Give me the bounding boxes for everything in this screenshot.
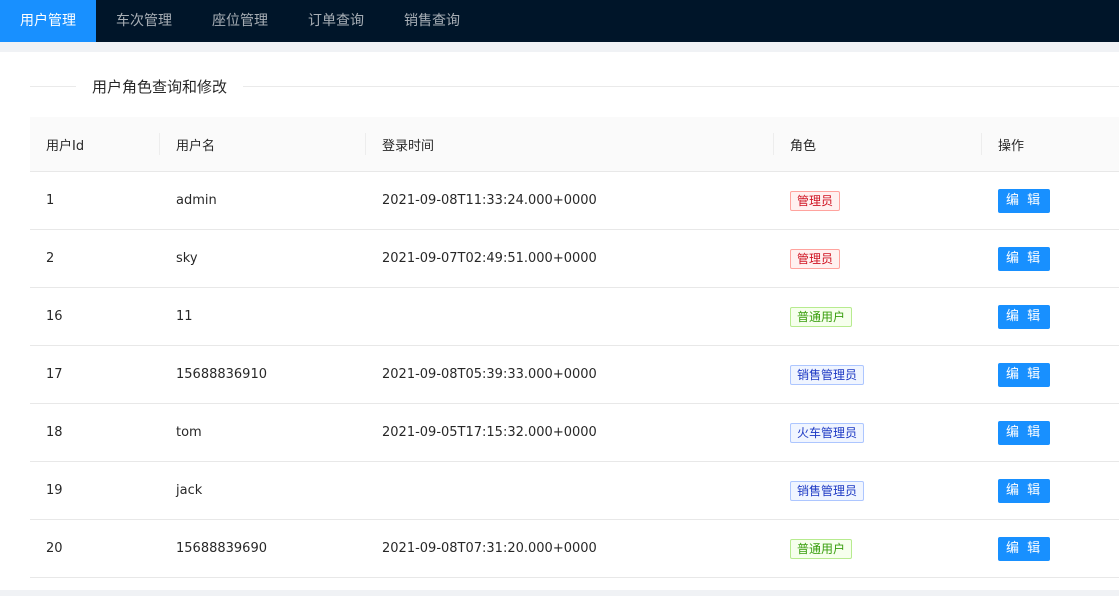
column-header-login-time: 登录时间 [366, 117, 774, 171]
nav-item-sales-query[interactable]: 销售查询 [384, 0, 480, 42]
cell-username: admin [176, 193, 217, 208]
cell-actions: 编 辑 [982, 520, 1119, 577]
role-tag: 销售管理员 [790, 364, 865, 385]
cell-login-time: 2021-09-08T07:31:20.000+0000 [382, 541, 597, 556]
cell-actions: 编 辑 [982, 288, 1119, 345]
nav-item-order-query[interactable]: 订单查询 [288, 0, 384, 42]
table-row: 2 sky 2021-09-07T02:49:51.000+0000 管理员 编… [30, 230, 1119, 288]
users-table: 用户Id 用户名 登录时间 角色 操作 1 admin 2021-09-08T1… [30, 117, 1119, 578]
column-header-role: 角色 [774, 117, 982, 171]
cell-login-time [366, 462, 774, 519]
cell-user-id: 1 [46, 193, 55, 208]
section-divider: 用户角色查询和修改 [30, 76, 1119, 96]
column-header-user-id: 用户Id [30, 117, 160, 171]
cell-actions: 编 辑 [982, 230, 1119, 287]
cell-user-id: 2 [46, 251, 55, 266]
edit-button[interactable]: 编 辑 [998, 362, 1051, 387]
edit-button[interactable]: 编 辑 [998, 304, 1051, 329]
table-row: 20 15688839690 2021-09-08T07:31:20.000+0… [30, 520, 1119, 578]
role-tag: 普通用户 [790, 538, 853, 559]
top-navigation: 用户管理 车次管理 座位管理 订单查询 销售查询 [0, 0, 1119, 42]
cell-login-time: 2021-09-08T05:39:33.000+0000 [382, 367, 597, 382]
cell-actions: 编 辑 [982, 462, 1119, 519]
nav-item-user-management[interactable]: 用户管理 [0, 0, 96, 42]
cell-login-time [366, 288, 774, 345]
table-row: 1 admin 2021-09-08T11:33:24.000+0000 管理员… [30, 172, 1119, 230]
cell-role: 管理员 [774, 230, 982, 287]
nav-item-train-management[interactable]: 车次管理 [96, 0, 192, 42]
cell-role: 销售管理员 [774, 346, 982, 403]
cell-username: tom [176, 425, 202, 440]
cell-username: 15688839690 [176, 541, 267, 556]
edit-button[interactable]: 编 辑 [998, 188, 1051, 213]
role-tag: 管理员 [790, 248, 841, 269]
cell-user-id: 17 [46, 367, 63, 382]
table-header-row: 用户Id 用户名 登录时间 角色 操作 [30, 117, 1119, 172]
edit-button[interactable]: 编 辑 [998, 420, 1051, 445]
cell-username: jack [176, 483, 203, 498]
cell-role: 火车管理员 [774, 404, 982, 461]
column-header-username: 用户名 [160, 117, 366, 171]
divider-line [30, 85, 76, 87]
divider-line [243, 85, 1119, 87]
cell-login-time: 2021-09-07T02:49:51.000+0000 [382, 251, 597, 266]
role-tag: 普通用户 [790, 306, 853, 327]
cell-username: 15688836910 [176, 367, 267, 382]
cell-login-time: 2021-09-08T11:33:24.000+0000 [382, 193, 597, 208]
cell-actions: 编 辑 [982, 404, 1119, 461]
cell-role: 销售管理员 [774, 462, 982, 519]
cell-actions: 编 辑 [982, 346, 1119, 403]
column-header-actions: 操作 [998, 138, 1025, 154]
table-row: 16 11 普通用户 编 辑 [30, 288, 1119, 346]
edit-button[interactable]: 编 辑 [998, 246, 1051, 271]
edit-button[interactable]: 编 辑 [998, 536, 1051, 561]
cell-role: 管理员 [774, 172, 982, 229]
cell-user-id: 16 [46, 309, 63, 324]
edit-button[interactable]: 编 辑 [998, 478, 1051, 503]
main-content: 用户角色查询和修改 用户Id 用户名 登录时间 角色 操作 1 admin 20… [0, 52, 1119, 590]
cell-role: 普通用户 [774, 288, 982, 345]
cell-role: 普通用户 [774, 520, 982, 577]
table-row: 17 15688836910 2021-09-08T05:39:33.000+0… [30, 346, 1119, 404]
cell-username: sky [176, 251, 198, 266]
cell-login-time: 2021-09-05T17:15:32.000+0000 [382, 425, 597, 440]
role-tag: 管理员 [790, 190, 841, 211]
section-title: 用户角色查询和修改 [92, 77, 228, 96]
role-tag: 火车管理员 [790, 422, 865, 443]
cell-user-id: 18 [46, 425, 63, 440]
cell-username: 11 [176, 309, 193, 324]
cell-actions: 编 辑 [982, 172, 1119, 229]
cell-user-id: 20 [46, 541, 63, 556]
table-row: 19 jack 销售管理员 编 辑 [30, 462, 1119, 520]
cell-user-id: 19 [46, 483, 63, 498]
table-row: 18 tom 2021-09-05T17:15:32.000+0000 火车管理… [30, 404, 1119, 462]
role-tag: 销售管理员 [790, 480, 865, 501]
nav-item-seat-management[interactable]: 座位管理 [192, 0, 288, 42]
